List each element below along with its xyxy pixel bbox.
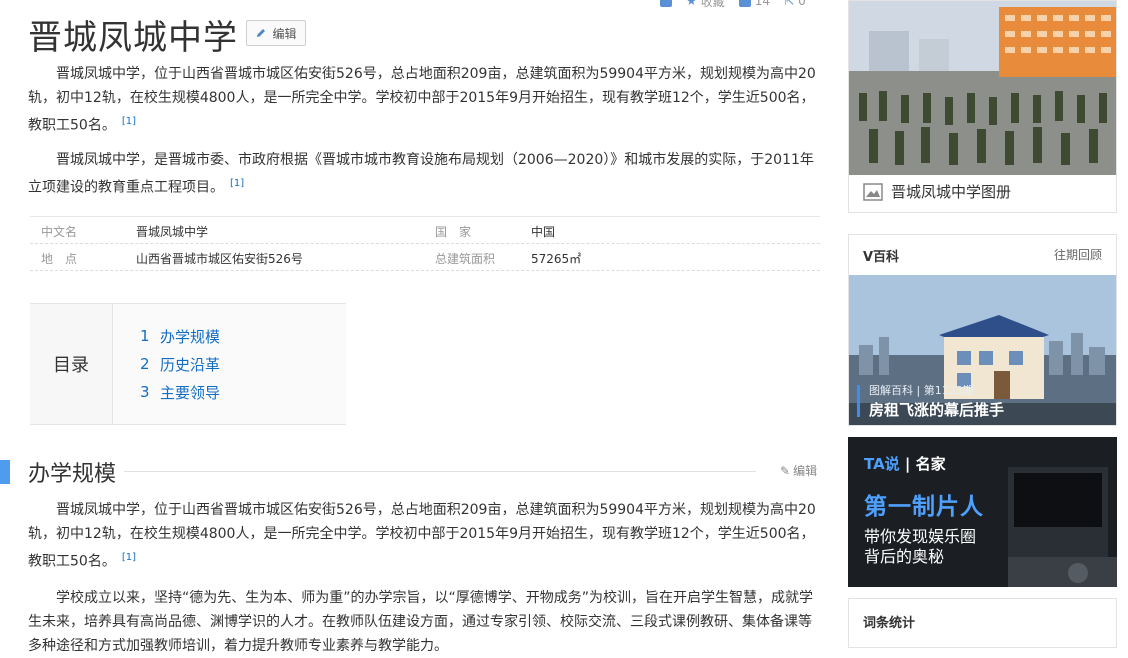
pencil-icon: ✎ [780, 463, 791, 478]
like-count: 14 [754, 0, 771, 8]
album-caption[interactable]: 晋城凤城中学图册 [863, 181, 1011, 202]
catalog-item-number: 3 [140, 383, 150, 401]
album-caption-text: 晋城凤城中学图册 [891, 183, 1012, 201]
summary-paragraph-1: 晋城凤城中学，位于山西省晋城市城区佑安街526号，总占地面积209亩，总建筑面积… [28, 62, 818, 138]
basic-info-table: 中文名 晋城凤城中学 国 家 中国 地 点 山西省晋城市城区佑安街526号 总建… [30, 216, 820, 271]
catalog-item-scale[interactable]: 1 办学规模 [140, 322, 220, 350]
share-count: 0 [798, 0, 806, 8]
section-divider [124, 471, 756, 472]
catalog-list: 1 办学规模 2 历史沿革 3 主要领导 [140, 322, 220, 406]
vbaike-accent-bar [857, 385, 860, 417]
summary-text-1: 晋城凤城中学，位于山西省晋城市城区佑安街526号，总占地面积209亩，总建筑面积… [28, 66, 816, 134]
album-card[interactable]: 晋城凤城中学图册 [848, 0, 1117, 213]
catalog-title: 目录 [30, 304, 113, 424]
catalog-item-number: 1 [140, 327, 150, 345]
section-title: 办学规模 [28, 462, 117, 487]
catalog: 目录 1 办学规模 2 历史沿革 3 主要领导 [30, 303, 346, 425]
main-content: ★ 收藏 14 ⇱ 0 晋城凤城中学 编辑 晋城凤城中学，位于山西省晋城市城区佑… [0, 0, 830, 654]
info-value: 山西省晋城市城区佑安街526号 [136, 252, 303, 266]
ta-line-2: 背后的奥秘 [864, 547, 945, 566]
ta-banner[interactable]: TA说 | 名家 第一制片人 带你发现娱乐圈 背后的奥秘 [848, 437, 1117, 587]
vbaike-more-link[interactable]: 往期回顾 [1054, 246, 1102, 263]
catalog-item-number: 2 [140, 355, 150, 373]
summary-text-2: 晋城凤城中学，是晋城市委、市政府根据《晋城市城市教育设施布局规划（2006—20… [28, 152, 814, 196]
section-paragraph-1: 晋城凤城中学，位于山西省晋城市城区佑安街526号，总占地面积209亩，总建筑面积… [28, 498, 818, 574]
catalog-item-label: 办学规模 [160, 327, 221, 346]
info-row: 中文名 晋城凤城中学 国 家 中国 [30, 216, 820, 244]
pencil-icon [257, 29, 266, 37]
section-accent-bar [0, 460, 10, 484]
vbaike-tag: 图解百科 | 第1123期 [869, 384, 974, 397]
ta-headline: 第一制片人 [864, 494, 984, 520]
star-icon: ★ [686, 0, 697, 8]
album-icon [863, 182, 883, 201]
info-label: 总建筑面积 [435, 252, 496, 266]
edit-label: 编辑 [272, 26, 297, 41]
collect-label: 收藏 [700, 0, 725, 9]
catalog-item-label: 历史沿革 [160, 355, 221, 374]
section-text-1: 晋城凤城中学，位于山西省晋城市城区佑安街526号，总占地面积209亩，总建筑面积… [28, 502, 816, 570]
vbaike-card[interactable]: V百科 往期回顾 图解百科 | 第1123期 房租飞涨的幕后推手 [848, 234, 1117, 426]
vbaike-subtitle[interactable]: 房租飞涨的幕后推手 [869, 399, 1004, 420]
section-edit-button[interactable]: ✎ 编辑 [780, 462, 817, 479]
section-paragraph-2: 学校成立以来，坚持“德为先、生为本、师为重”的办学宗旨，以“厚德博学、开物成务”… [28, 586, 818, 658]
info-value: 晋城凤城中学 [136, 225, 209, 239]
info-value: 57265㎡ [531, 252, 582, 266]
section-text-2: 学校成立以来，坚持“德为先、生为本、师为重”的办学宗旨，以“厚德博学、开物成务”… [28, 590, 814, 654]
album-photo-graphic [849, 1, 1116, 175]
vbaike-title: V百科 [863, 250, 900, 265]
info-label: 国 家 [435, 225, 472, 239]
section-edit-label: 编辑 [793, 464, 818, 478]
page-title: 晋城凤城中学 [28, 18, 238, 58]
plus-icon [660, 0, 672, 7]
add-button[interactable] [660, 0, 672, 7]
info-row: 地 点 山西省晋城市城区佑安街526号 总建筑面积 57265㎡ [30, 244, 820, 271]
edit-button[interactable]: 编辑 [246, 20, 306, 46]
reference-link[interactable]: [1] [122, 116, 136, 127]
share-icon: ⇱ [784, 0, 795, 8]
like-button[interactable]: 14 [738, 0, 771, 8]
info-value: 中国 [531, 225, 556, 239]
share-button[interactable]: ⇱ 0 [784, 0, 806, 8]
reference-link[interactable]: [1] [122, 552, 136, 563]
stats-title: 词条统计 [863, 616, 916, 631]
reference-link[interactable]: [1] [230, 178, 244, 189]
collect-button[interactable]: ★ 收藏 [686, 0, 725, 10]
ta-logo-sub: 名家 [915, 455, 946, 473]
catalog-item-history[interactable]: 2 历史沿革 [140, 350, 220, 378]
catalog-item-leaders[interactable]: 3 主要领导 [140, 378, 220, 406]
top-action-bar: ★ 收藏 14 ⇱ 0 [660, 0, 806, 10]
info-label: 地 点 [41, 252, 78, 266]
album-photo[interactable] [849, 1, 1116, 175]
thumb-icon [738, 0, 751, 7]
ta-logo-main: TA说 [864, 455, 900, 473]
catalog-item-label: 主要领导 [160, 383, 221, 402]
summary-paragraph-2: 晋城凤城中学，是晋城市委、市政府根据《晋城市城市教育设施布局规划（2006—20… [28, 148, 818, 200]
ta-logo: TA说 | 名家 [864, 455, 946, 473]
info-label: 中文名 [41, 225, 78, 239]
